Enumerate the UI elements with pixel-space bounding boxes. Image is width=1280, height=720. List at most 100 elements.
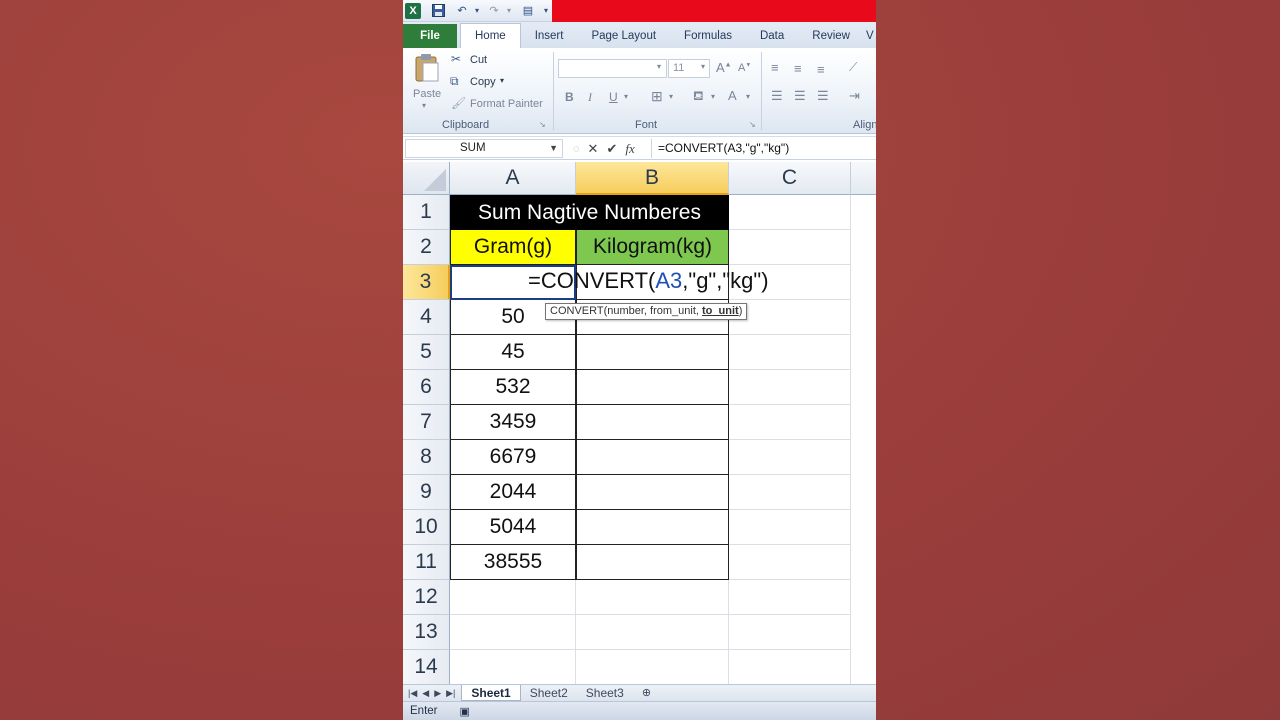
save-icon[interactable] [429,2,447,20]
tab-formulas[interactable]: Formulas [670,24,746,48]
cell-a11[interactable]: 38555 [450,545,576,580]
paste-dropdown-icon[interactable]: ▾ [422,101,426,110]
tab-file[interactable]: File [403,24,457,48]
cell-a5[interactable]: 45 [450,335,576,370]
macro-record-icon[interactable]: ▣ [460,705,470,718]
name-box-dropdown-icon[interactable]: ▼ [549,140,558,157]
align-middle-icon[interactable]: ≡ [794,61,802,76]
row-header-2[interactable]: 2 [403,230,450,265]
copy-button[interactable]: Copy [470,76,496,88]
cell-c11[interactable] [729,545,851,580]
row-header-14[interactable]: 14 [403,650,450,685]
sheet-tab-sheet1[interactable]: Sheet1 [461,685,521,701]
tab-review[interactable]: Review [798,24,864,48]
format-painter-icon[interactable]: 🖌 [451,96,466,110]
cell-b13[interactable] [576,615,729,650]
excel-app-icon[interactable]: X [405,2,421,19]
tab-home[interactable]: Home [460,23,521,48]
row-header-6[interactable]: 6 [403,370,450,405]
align-right-icon[interactable]: ☰ [817,88,829,104]
italic-button[interactable]: I [588,90,592,105]
title-cell[interactable]: Sum Nagtive Numberes [450,195,729,230]
paste-icon[interactable] [414,53,440,86]
cut-icon[interactable]: ✂ [451,52,461,66]
cell-c13[interactable] [729,615,851,650]
row-header-10[interactable]: 10 [403,510,450,545]
cell-c1[interactable] [729,195,851,230]
tab-insert[interactable]: Insert [521,24,578,48]
row-header-9[interactable]: 9 [403,475,450,510]
tab-data[interactable]: Data [746,24,798,48]
cell-c7[interactable] [729,405,851,440]
copy-icon[interactable]: ⧉ [450,74,459,89]
cell-a10[interactable]: 5044 [450,510,576,545]
cell-b11[interactable] [576,545,729,580]
first-sheet-icon[interactable]: |◀ [408,688,417,699]
row-header-8[interactable]: 8 [403,440,450,475]
cell-c8[interactable] [729,440,851,475]
tab-page-layout[interactable]: Page Layout [577,24,670,48]
row-header-1[interactable]: 1 [403,195,450,230]
last-sheet-icon[interactable]: ▶| [446,688,455,699]
align-bottom-icon[interactable]: ≡ [817,62,825,77]
format-painter-button[interactable]: Format Painter [470,98,543,110]
cell-a12[interactable] [450,580,576,615]
cancel-icon[interactable]: ✕ [588,141,599,157]
customize-toolbar-icon[interactable]: ▾ [541,2,551,20]
cell-b10[interactable] [576,510,729,545]
formula-input[interactable]: =CONVERT(A3,"g","kg") [651,139,873,158]
redo-dropdown-icon[interactable]: ▾ [505,2,513,20]
align-top-icon[interactable]: ≡ [771,60,779,75]
row-header-13[interactable]: 13 [403,615,450,650]
font-size-dropdown-icon[interactable]: ▾ [701,62,705,71]
paste-button-label[interactable]: Paste [413,88,441,100]
tab-view[interactable]: V [864,24,876,48]
align-center-icon[interactable]: ☰ [794,88,806,104]
row-header-7[interactable]: 7 [403,405,450,440]
font-color-icon[interactable]: A [728,88,737,103]
column-header-b[interactable]: B [576,162,729,195]
column-header-c[interactable]: C [729,162,851,195]
row-header-5[interactable]: 5 [403,335,450,370]
cell-c2[interactable] [729,230,851,265]
cell-c6[interactable] [729,370,851,405]
font-name-select[interactable] [558,59,667,78]
grow-font-icon[interactable]: A▲ [716,60,732,75]
cell-edit-formula[interactable]: =CONVERT(A3,"g","kg") [528,268,769,294]
next-sheet-icon[interactable]: ▶ [434,688,441,699]
cell-b7[interactable] [576,405,729,440]
underline-button[interactable]: U [609,90,618,104]
cell-a13[interactable] [450,615,576,650]
undo-dropdown-icon[interactable]: ▾ [473,2,481,20]
bold-button[interactable]: B [565,90,574,104]
cell-b12[interactable] [576,580,729,615]
cut-button[interactable]: Cut [470,54,487,66]
fill-color-dropdown-icon[interactable]: ▾ [711,92,715,101]
cell-a9[interactable]: 2044 [450,475,576,510]
fill-color-icon[interactable]: ⛾ [693,88,704,106]
prev-sheet-icon[interactable]: ◀ [422,688,429,699]
font-name-dropdown-icon[interactable]: ▾ [657,62,661,71]
cell-a6[interactable]: 532 [450,370,576,405]
cell-a14[interactable] [450,650,576,685]
cell-c10[interactable] [729,510,851,545]
cell-b5[interactable] [576,335,729,370]
font-launcher-icon[interactable]: ↘ [749,120,756,129]
redo-icon[interactable]: ↷ [485,2,503,20]
enter-icon[interactable]: ✔ [606,141,617,157]
column-header-a[interactable]: A [450,162,576,195]
clipboard-launcher-icon[interactable]: ↘ [539,120,546,129]
column-header-d[interactable] [851,162,876,195]
borders-icon[interactable]: ⊞ [651,88,663,105]
copy-dropdown-icon[interactable]: ▾ [500,76,504,85]
row-header-12[interactable]: 12 [403,580,450,615]
font-color-dropdown-icon[interactable]: ▾ [746,92,750,101]
print-preview-icon[interactable]: ▤ [519,2,537,20]
insert-function-icon[interactable]: fx [625,141,634,157]
cell-c9[interactable] [729,475,851,510]
shrink-font-icon[interactable]: A▼ [738,62,751,74]
row-header-3[interactable]: 3 [403,265,450,300]
select-all-button[interactable] [403,162,450,195]
cell-b6[interactable] [576,370,729,405]
undo-icon[interactable]: ↶ [453,2,471,20]
